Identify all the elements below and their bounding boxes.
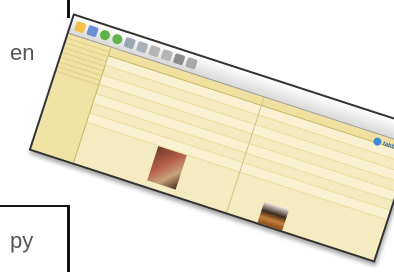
app-window-screenshot: tabbles [28,13,394,263]
folder-icon[interactable] [73,20,87,34]
home-icon[interactable] [123,36,136,50]
print-icon[interactable] [172,52,186,66]
settings-icon[interactable] [185,56,198,70]
background-border-line [67,0,70,18]
forward-icon[interactable] [111,32,124,46]
zoom-icon[interactable] [160,48,174,62]
search-icon[interactable] [148,44,161,58]
back-icon[interactable] [98,28,112,42]
grid-icon[interactable] [86,24,99,38]
background-text-fragment: py [10,228,34,253]
background-border-line [0,205,70,207]
background-border-line [67,205,70,272]
background-text-fragment: en [10,40,35,65]
reload-icon[interactable] [135,40,149,54]
